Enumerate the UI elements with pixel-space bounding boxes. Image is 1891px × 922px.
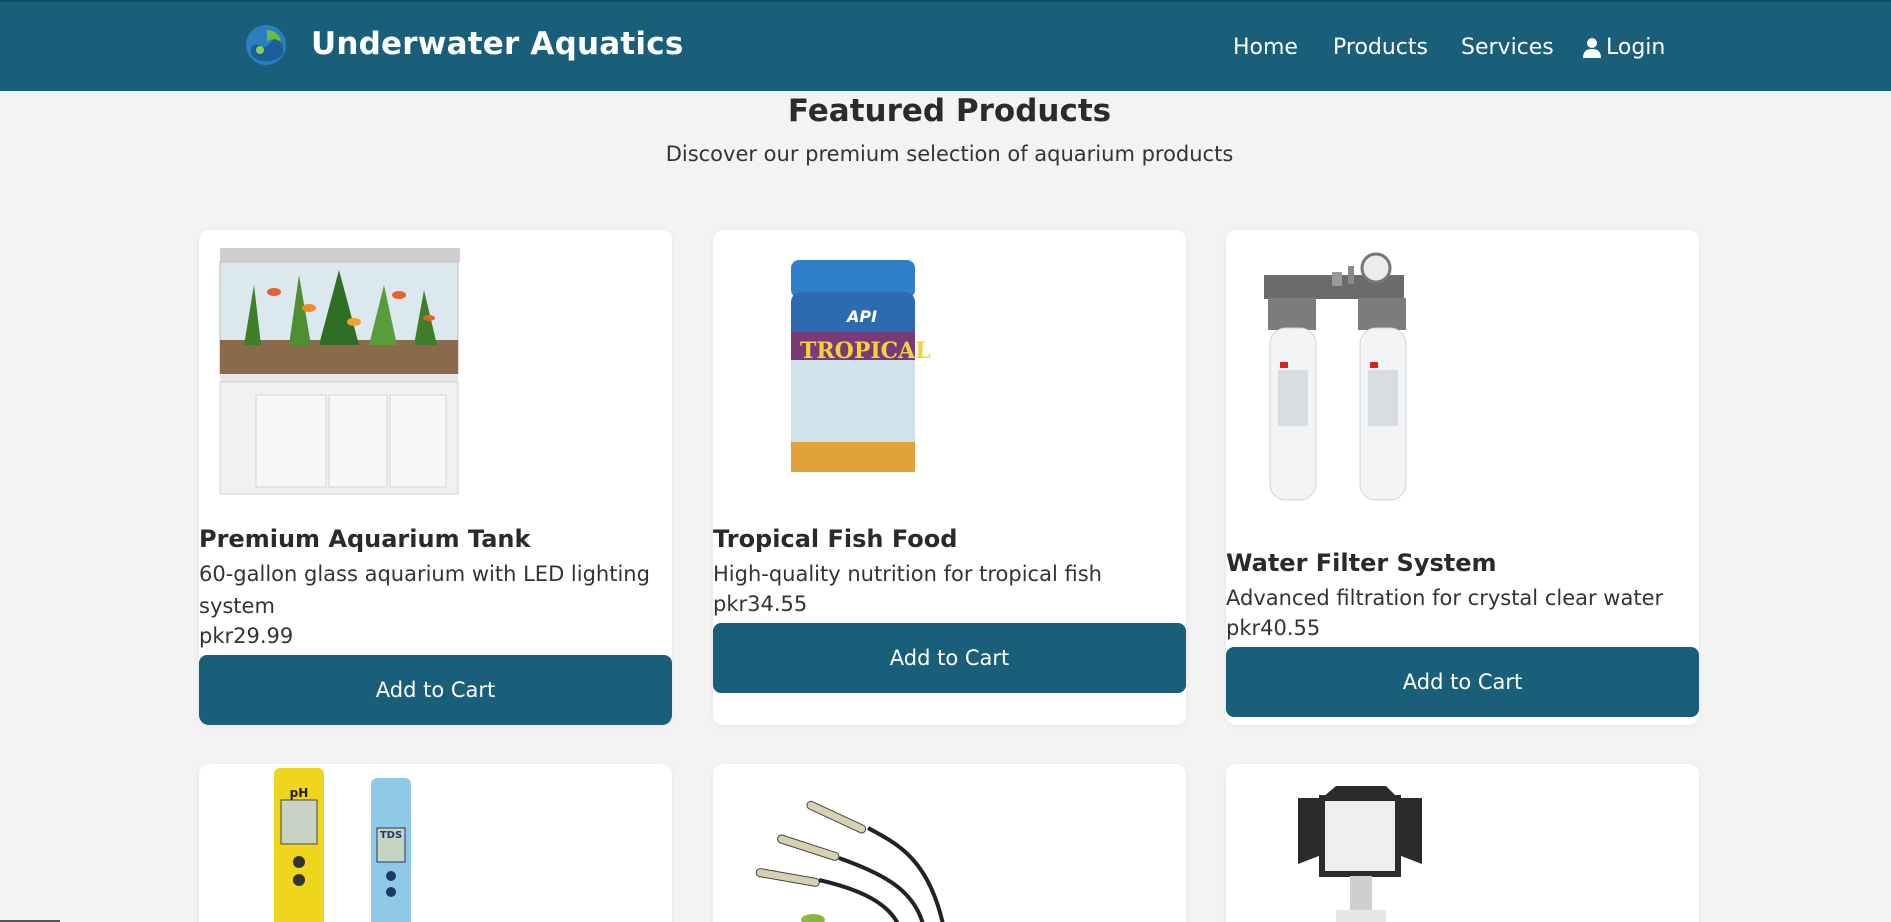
add-to-cart-button[interactable]: Add to Cart xyxy=(1226,647,1699,717)
product-title: Premium Aquarium Tank xyxy=(199,525,531,553)
product-price: pkr40.55 xyxy=(1226,616,1321,640)
product-price: pkr34.55 xyxy=(713,592,808,616)
product-title: Water Filter System xyxy=(1226,549,1497,577)
section-subtitle: Discover our premium selection of aquari… xyxy=(665,142,1234,166)
ph-meter-label: pH xyxy=(289,786,309,800)
add-to-cart-button[interactable]: Add to Cart xyxy=(713,623,1186,693)
product-card: pH TDS xyxy=(199,764,672,922)
logo-icon[interactable] xyxy=(245,24,287,66)
product-card: Premium Aquarium Tank 60-gallon glass aq… xyxy=(199,230,672,725)
fish-food-api-text: API xyxy=(846,307,878,326)
product-description: Advanced filtration for crystal clear wa… xyxy=(1226,586,1664,610)
user-icon xyxy=(1583,37,1601,58)
product-card: API TROPICAL API Tropical Fish Food High… xyxy=(713,230,1186,725)
navbar: Underwater Aquatics Home Products Servic… xyxy=(0,0,1891,91)
product-card xyxy=(713,764,1186,922)
add-to-cart-button[interactable]: Add to Cart xyxy=(199,655,672,725)
nav-login-label: Login xyxy=(1606,35,1666,60)
nav-home-link[interactable]: Home xyxy=(1233,35,1298,60)
product-description: 60-gallon glass aquarium with LED lighti… xyxy=(199,562,650,618)
tds-meter-label: TDS xyxy=(379,830,403,841)
fish-food-label-text: TROPICAL xyxy=(800,338,931,364)
led-panel-light-image xyxy=(1298,786,1422,922)
ph-tds-meter-image xyxy=(274,768,411,922)
product-card xyxy=(1226,764,1699,922)
product-title: Tropical Fish Food xyxy=(713,525,958,553)
brand-name[interactable]: Underwater Aquatics xyxy=(311,26,683,62)
section-title: Featured Products xyxy=(787,93,1112,129)
aquarium-tank-image xyxy=(219,248,460,495)
fish-food-jar-image xyxy=(791,260,915,472)
nav-products-link[interactable]: Products xyxy=(1333,35,1428,60)
aquarium-led-light-image xyxy=(755,800,945,922)
nav-login-link[interactable]: Login xyxy=(1583,35,1665,60)
product-description: High-quality nutrition for tropical fish xyxy=(713,562,1102,586)
water-filter-image xyxy=(1264,252,1407,501)
product-card: Water Filter System Advanced filtration … xyxy=(1226,230,1699,725)
nav-services-link[interactable]: Services xyxy=(1461,35,1554,60)
product-price: pkr29.99 xyxy=(199,624,294,648)
